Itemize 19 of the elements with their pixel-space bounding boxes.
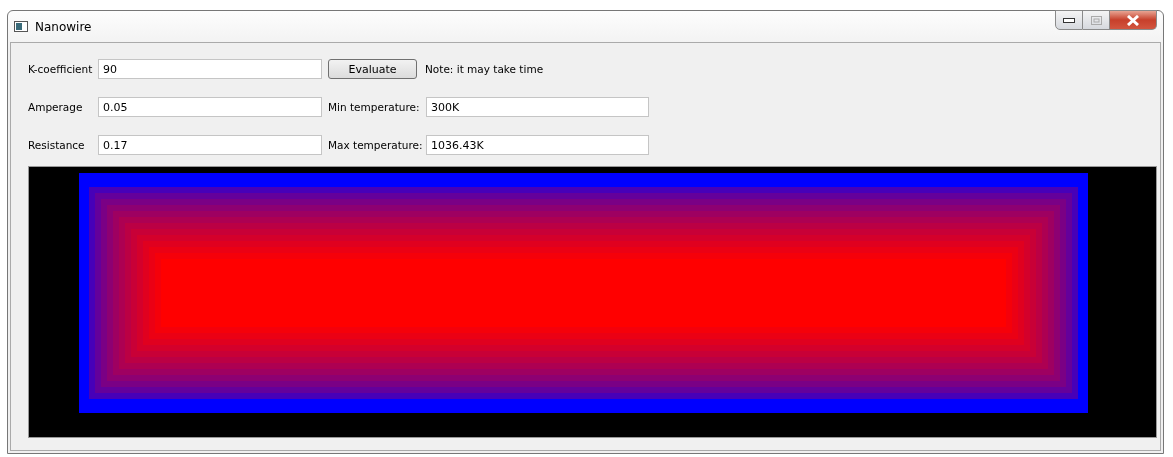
window-title: Nanowire <box>35 19 92 34</box>
input-field[interactable]: 300K <box>426 97 649 117</box>
field-label: Resistance <box>28 139 86 151</box>
maximize-icon <box>1090 15 1102 25</box>
note-text: Note: it may take time <box>425 63 544 75</box>
close-icon <box>1126 14 1140 26</box>
field-label: K-coefficient <box>28 63 94 75</box>
field-label: Amperage <box>28 101 84 113</box>
close-button[interactable] <box>1110 10 1157 30</box>
field-label: Min temperature: <box>328 101 421 113</box>
minimize-icon <box>1063 17 1075 23</box>
input-field[interactable]: 90 <box>98 59 322 79</box>
field-label: Max temperature: <box>328 139 424 151</box>
input-field[interactable]: 0.05 <box>98 97 322 117</box>
app-icon <box>14 21 28 32</box>
evaluate-button[interactable]: Evaluate <box>328 59 417 79</box>
input-field[interactable]: 0.17 <box>98 135 322 155</box>
input-field[interactable]: 1036.43K <box>426 135 649 155</box>
minimize-button[interactable] <box>1055 10 1083 30</box>
